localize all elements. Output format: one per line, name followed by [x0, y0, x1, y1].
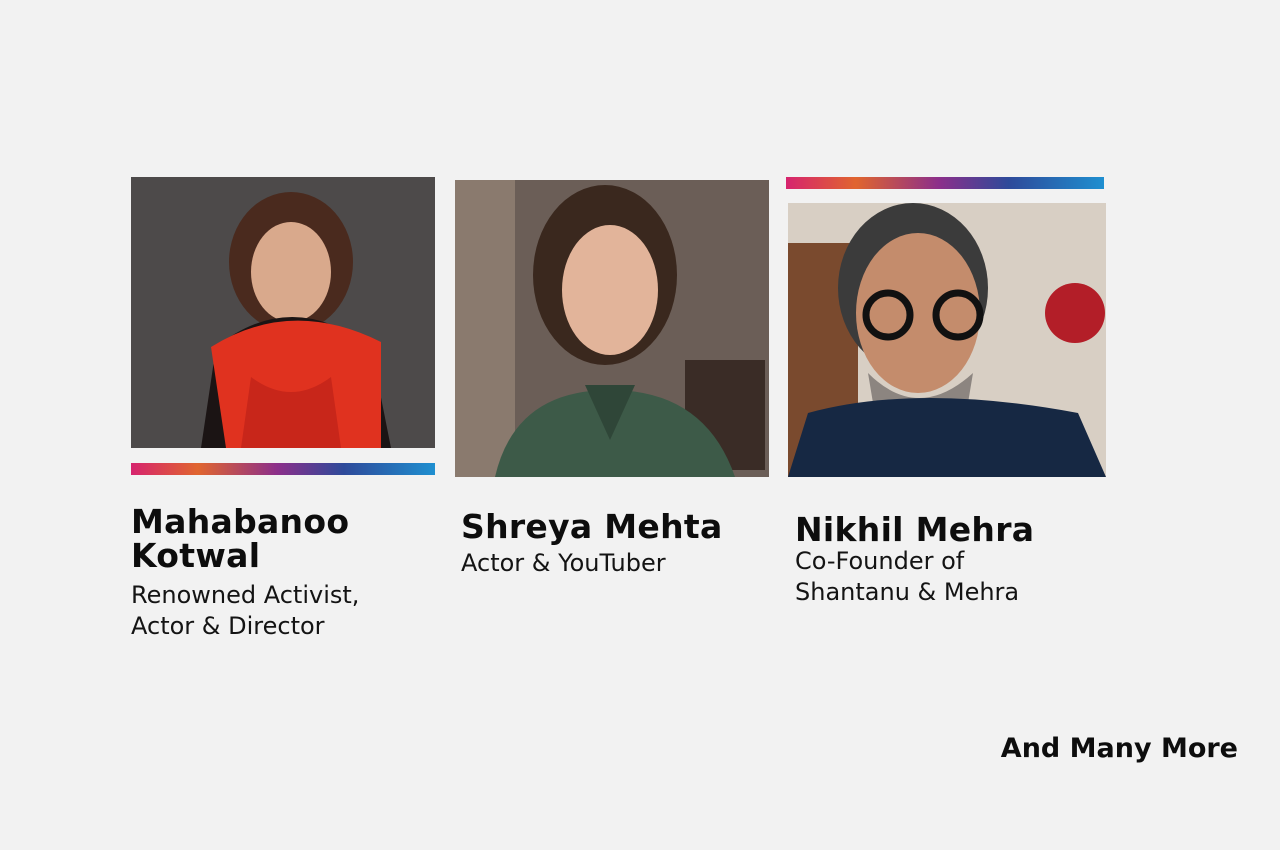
speaker-role: Renowned Activist, Actor & Director — [131, 581, 360, 640]
accent-gradient-bar — [131, 463, 435, 475]
portrait-photo-icon — [455, 180, 769, 477]
speaker-name: Mahabanoo Kotwal — [131, 502, 350, 575]
speaker-photo-mahabanoo — [131, 177, 435, 448]
speaker-photo-nikhil — [788, 203, 1106, 477]
and-many-more-label: And Many More — [1000, 733, 1238, 764]
speaker-name: Shreya Mehta — [461, 507, 723, 546]
accent-gradient-bar — [786, 177, 1104, 189]
portrait-photo-icon — [131, 177, 435, 448]
speaker-name: Nikhil Mehra — [795, 510, 1035, 549]
speaker-photo-shreya — [455, 180, 769, 477]
speaker-role: Actor & YouTuber — [461, 549, 666, 577]
speaker-role: Co-Founder of Shantanu & Mehra — [795, 547, 1020, 606]
portrait-photo-icon — [788, 203, 1106, 477]
